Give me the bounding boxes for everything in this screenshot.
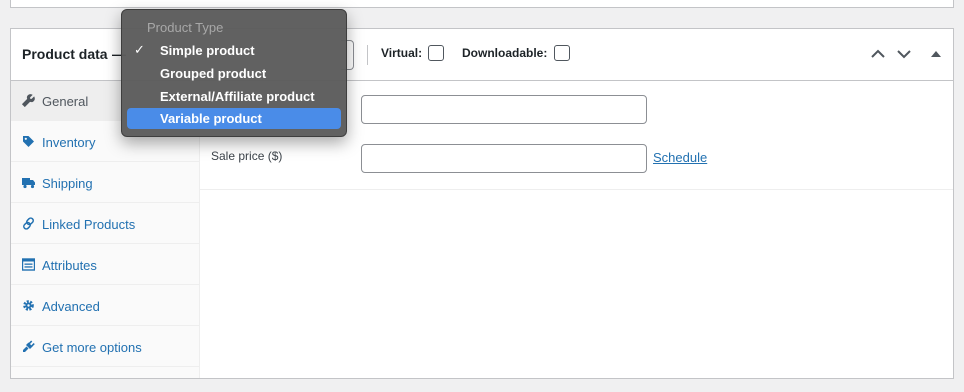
sale-price-input[interactable] [361, 144, 647, 173]
tab-label: Attributes [42, 258, 97, 273]
tab-get-more-options[interactable]: Get more options [11, 327, 199, 367]
chevron-down-icon [897, 50, 911, 59]
option-label: Simple product [160, 43, 255, 58]
truck-icon [22, 176, 35, 189]
move-up-button[interactable] [867, 43, 889, 65]
tab-attributes[interactable]: Attributes [11, 245, 199, 285]
tab-shipping[interactable]: Shipping [11, 163, 199, 203]
toggle-panel-button[interactable] [925, 43, 947, 65]
tag-icon [22, 135, 35, 148]
previous-metabox [10, 0, 954, 8]
sale-price-label: Sale price ($) [211, 149, 283, 163]
caret-up-icon [931, 51, 941, 57]
option-variable-product[interactable]: Variable product [127, 108, 341, 129]
option-grouped-product[interactable]: Grouped product [127, 63, 341, 84]
header-separator [367, 45, 368, 65]
tab-label: Linked Products [42, 217, 136, 232]
schedule-link[interactable]: Schedule [653, 150, 707, 165]
virtual-checkbox[interactable] [428, 45, 444, 61]
link-icon [22, 217, 35, 230]
tab-label: Advanced [42, 299, 100, 314]
virtual-label: Virtual: [381, 46, 423, 60]
move-down-button[interactable] [893, 43, 915, 65]
wrench-icon [21, 94, 35, 108]
tab-label: Shipping [42, 176, 93, 191]
option-label: External/Affiliate product [160, 89, 315, 104]
list-icon [21, 258, 36, 271]
gear-icon [22, 299, 35, 312]
regular-price-input[interactable] [361, 95, 647, 124]
option-simple-product[interactable]: ✓ Simple product [127, 40, 341, 61]
plugin-icon [22, 340, 35, 353]
chevron-up-icon [871, 49, 885, 58]
option-label: Variable product [160, 111, 262, 126]
metabox-title: Product data [22, 46, 108, 62]
product-type-dropdown: Product Type ✓ Simple product Grouped pr… [121, 9, 347, 137]
dropdown-group-label: Product Type [147, 20, 224, 35]
tab-linked-products[interactable]: Linked Products [11, 204, 199, 244]
tab-label: Inventory [42, 135, 96, 150]
option-external-affiliate-product[interactable]: External/Affiliate product [127, 86, 341, 107]
option-label: Grouped product [160, 66, 267, 81]
downloadable-label: Downloadable: [462, 46, 548, 60]
tab-advanced[interactable]: Advanced [11, 286, 199, 326]
downloadable-checkbox[interactable] [554, 45, 570, 61]
tab-label: General [42, 94, 89, 109]
tab-label: Get more options [42, 340, 142, 355]
checkmark-icon: ✓ [134, 42, 145, 57]
